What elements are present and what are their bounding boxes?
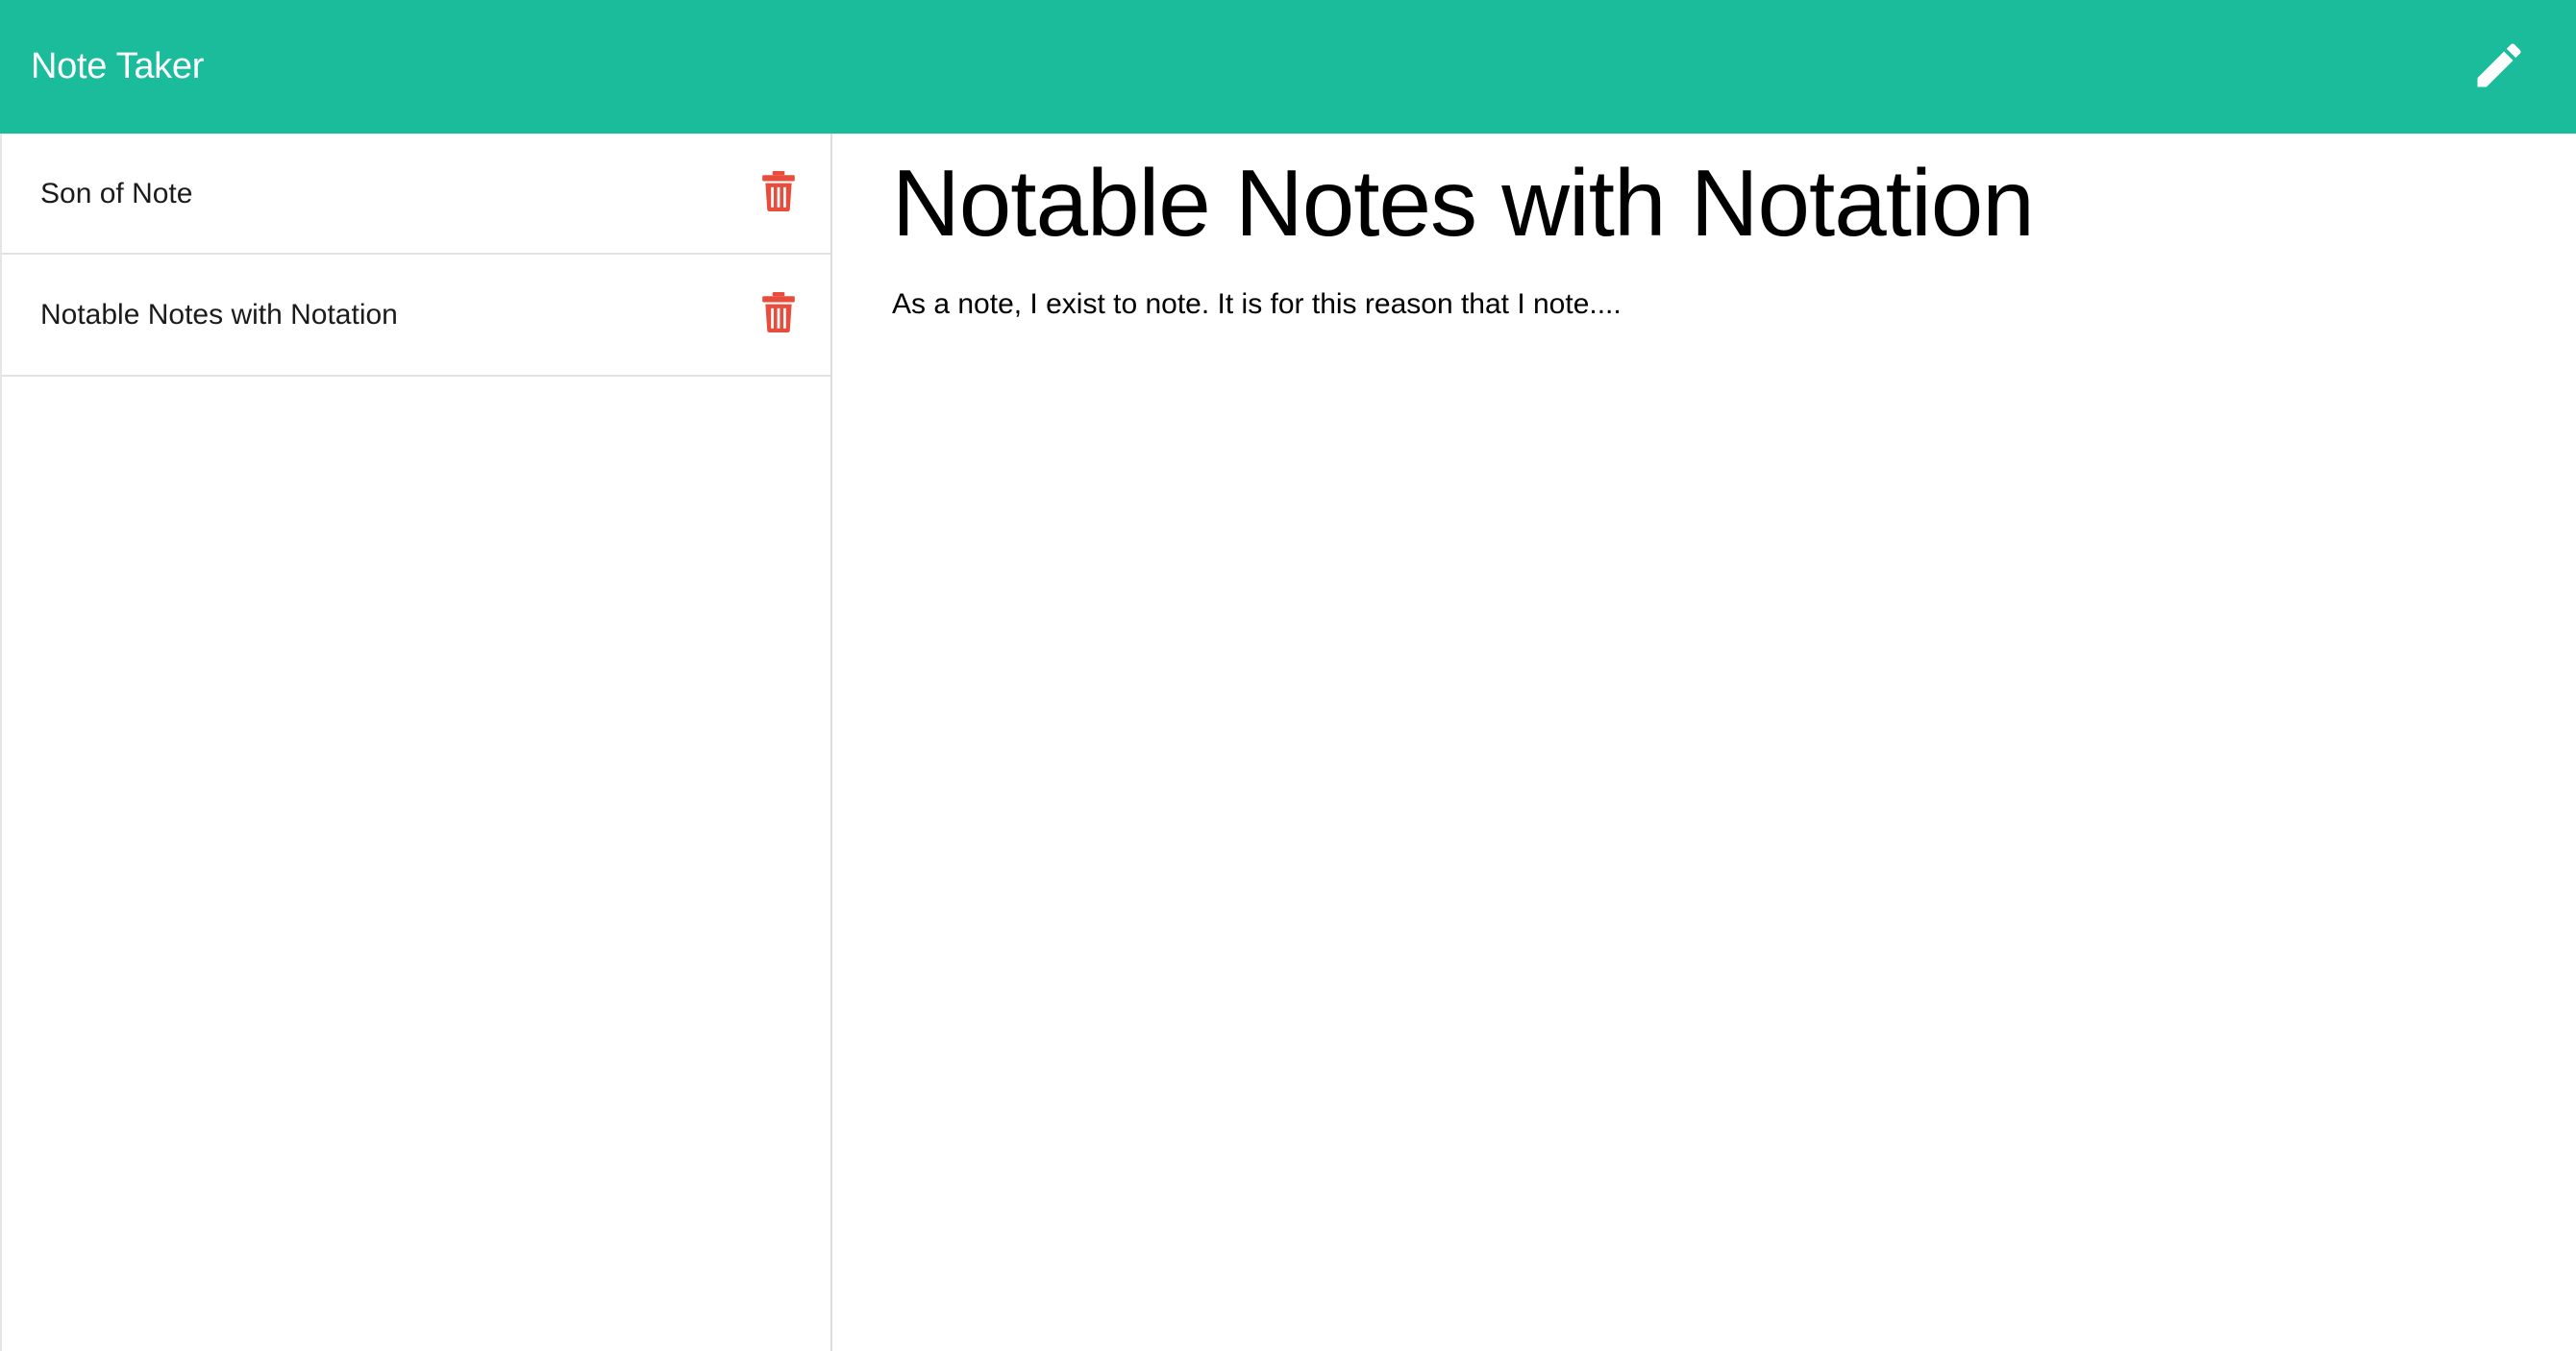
navbar: Note Taker — [0, 0, 2576, 134]
trash-icon — [762, 171, 795, 211]
note-text-area[interactable]: As a note, I exist to note. It is for th… — [892, 285, 2526, 323]
note-list-title[interactable]: Son of Note — [40, 134, 192, 255]
list-item[interactable]: Son of Note — [2, 134, 830, 255]
new-note-button[interactable] — [2470, 37, 2528, 94]
delete-note-button[interactable] — [761, 171, 796, 211]
list-item[interactable]: Notable Notes with Notation — [2, 255, 830, 377]
notes-sidebar: Son of Note Notable Notes with Notation — [0, 134, 832, 1351]
trash-icon — [762, 292, 795, 332]
note-list: Son of Note Notable Notes with Notation — [2, 134, 830, 377]
note-title-field[interactable]: Notable Notes with Notation — [892, 147, 2526, 260]
note-editor: Notable Notes with Notation As a note, I… — [832, 134, 2576, 1351]
delete-note-button[interactable] — [761, 292, 796, 332]
pencil-icon — [2477, 43, 2521, 87]
app-title[interactable]: Note Taker — [31, 0, 204, 134]
note-list-title[interactable]: Notable Notes with Notation — [40, 255, 398, 376]
